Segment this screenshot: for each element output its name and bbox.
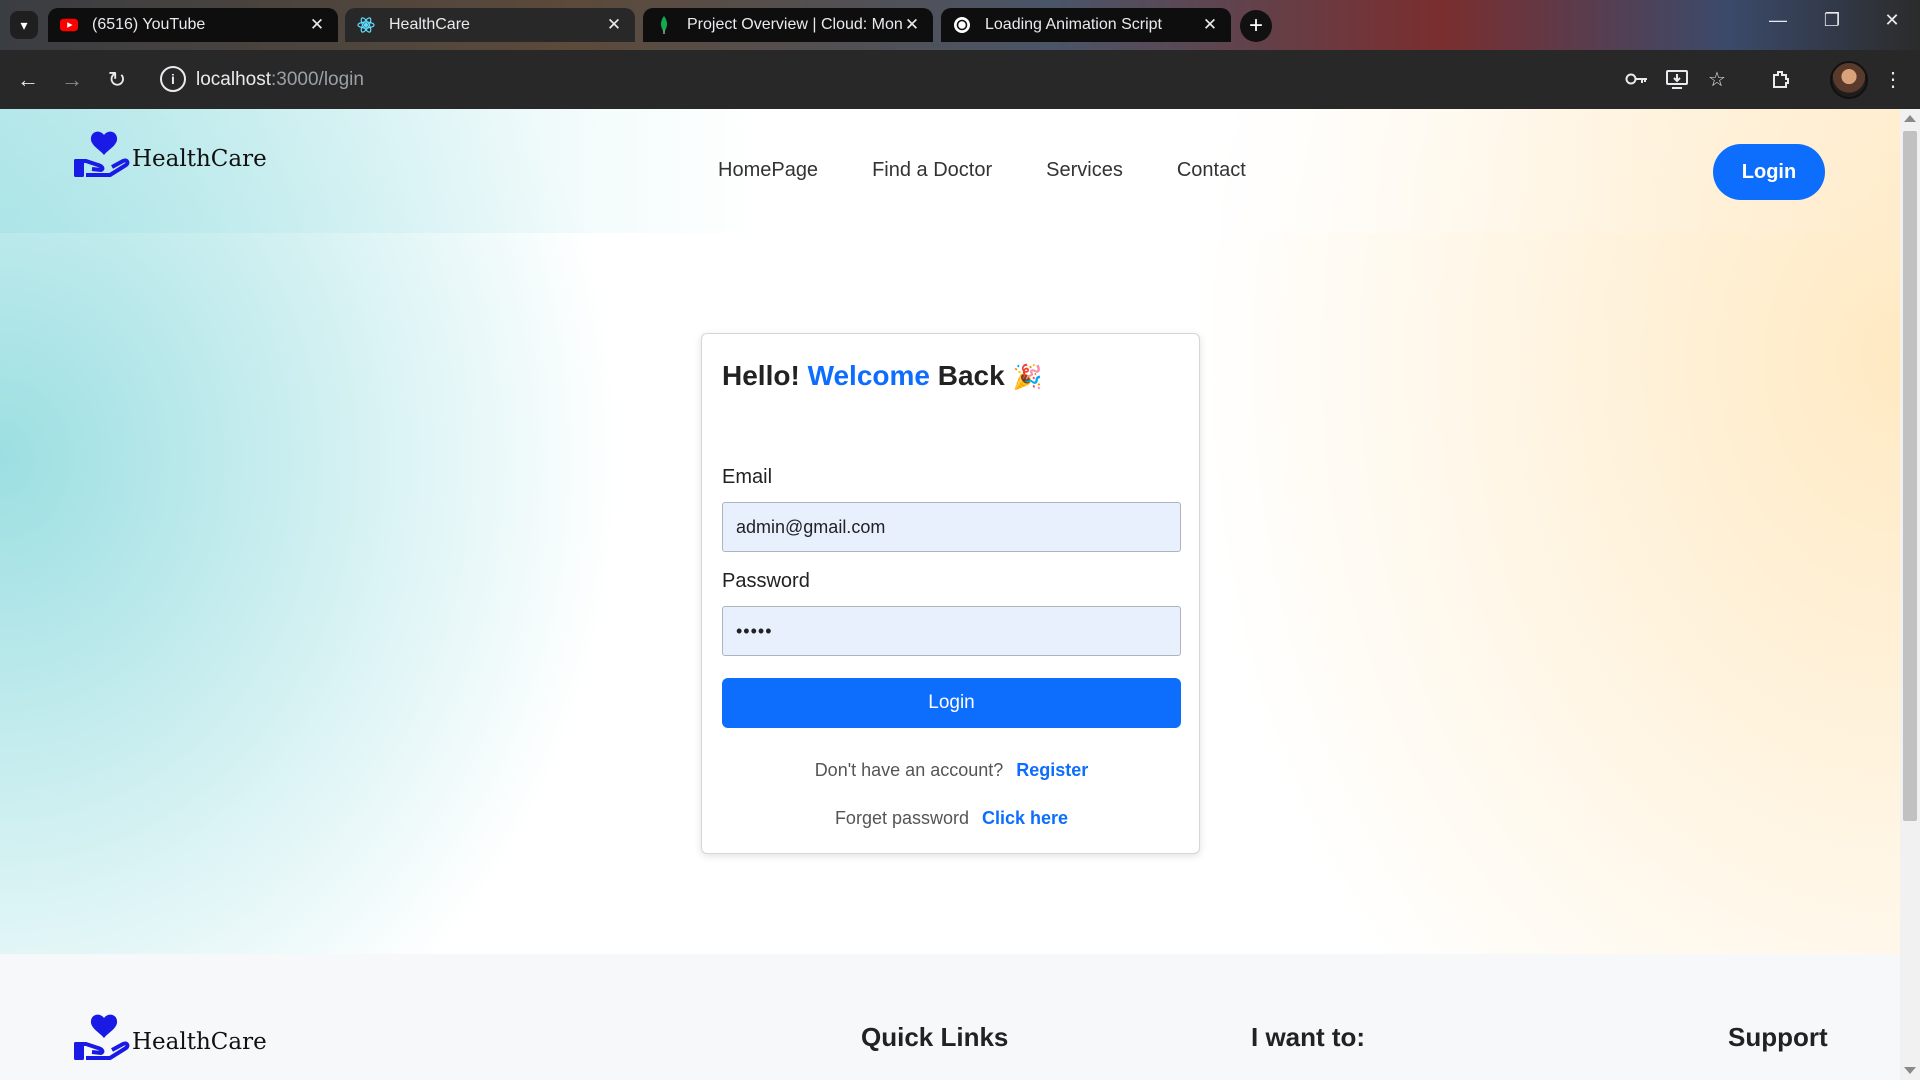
page-scrollbar[interactable] [1900, 109, 1920, 1080]
extensions-icon[interactable] [1766, 64, 1796, 94]
footer-heading-i-want-to: I want to: [1251, 1022, 1366, 1052]
register-link[interactable]: Register [1016, 760, 1088, 780]
nav-homepage[interactable]: HomePage [718, 159, 818, 182]
reload-icon: ↻ [107, 67, 127, 92]
main-nav: HomePage Find a Doctor Services Contact [718, 159, 1300, 182]
minimize-icon: — [1769, 10, 1787, 30]
scroll-down-arrow-icon[interactable] [1904, 1067, 1916, 1074]
close-icon[interactable]: ✕ [903, 15, 921, 35]
install-app-icon[interactable] [1662, 64, 1692, 94]
arrow-left-icon: ← [17, 67, 39, 92]
scroll-up-arrow-icon[interactable] [1904, 115, 1916, 122]
tab-title: (6516) YouTube [92, 16, 206, 33]
page-viewport: HealthCare HomePage Find a Doctor Servic… [0, 109, 1900, 1080]
heart-hand-icon [74, 131, 130, 184]
maximize-button[interactable]: ❐ [1812, 10, 1852, 31]
header-login-button[interactable]: Login [1713, 144, 1825, 200]
password-label: Password [722, 570, 810, 592]
site-header: HealthCare HomePage Find a Doctor Servic… [0, 109, 1900, 233]
close-icon: ✕ [1884, 10, 1900, 30]
site-footer: HealthCare Quick Links I want to: Suppor… [0, 954, 1900, 1080]
forgot-password-link[interactable]: Click here [982, 808, 1068, 828]
maximize-icon: ❐ [1823, 10, 1841, 30]
email-label: Email [722, 466, 773, 488]
profile-avatar[interactable] [1830, 61, 1868, 99]
new-tab-button[interactable]: + [1240, 10, 1272, 42]
footer-heading-support: Support [1728, 1022, 1828, 1052]
chevron-down-icon: ▾ [20, 16, 28, 33]
browser-toolbar: ← → ↻ i localhost:3000/login ☆ ⋮ [0, 50, 1920, 109]
site-info-icon[interactable]: i [160, 66, 186, 92]
window-close-button[interactable]: ✕ [1872, 10, 1912, 31]
tab-youtube[interactable]: (6516) YouTube ✕ [48, 8, 338, 42]
url-text: localhost:3000/login [196, 69, 364, 90]
forgot-password-row: Forget password Click here [834, 808, 1069, 828]
reload-button[interactable]: ↻ [101, 64, 133, 96]
browser-tab-strip: ▾ (6516) YouTube ✕ HealthCare ✕ Project … [0, 0, 1920, 50]
kebab-menu-icon[interactable]: ⋮ [1878, 64, 1908, 94]
tab-title: Project Overview | Cloud: Mong [687, 16, 903, 33]
footer-brand-name: HealthCare [132, 1029, 267, 1055]
arrow-right-icon: → [61, 67, 83, 92]
heart-hand-icon [74, 1014, 130, 1067]
login-card: Hello! Welcome Back 🎉 Email admin@gmail.… [701, 333, 1200, 854]
tab-healthcare[interactable]: HealthCare ✕ [345, 8, 635, 42]
tab-chatgpt[interactable]: Loading Animation Script ✕ [941, 8, 1231, 42]
youtube-icon [60, 16, 78, 34]
party-popper-icon: 🎉 [1012, 364, 1043, 391]
footer-heading-quick-links: Quick Links [861, 1022, 1009, 1052]
react-icon [357, 16, 375, 34]
mongodb-leaf-icon [655, 16, 673, 34]
forward-button[interactable]: → [56, 64, 88, 96]
plus-icon: + [1248, 12, 1263, 39]
close-icon[interactable]: ✕ [308, 15, 326, 35]
register-row: Don't have an account? Register [814, 760, 1089, 780]
minimize-button[interactable]: — [1758, 10, 1798, 31]
nav-find-a-doctor[interactable]: Find a Doctor [872, 159, 992, 182]
tab-title: Loading Animation Script [985, 16, 1162, 33]
tab-search-button[interactable]: ▾ [10, 11, 38, 39]
close-icon[interactable]: ✕ [605, 15, 623, 35]
tab-title: HealthCare [389, 16, 470, 33]
bookmark-star-icon[interactable]: ☆ [1702, 64, 1732, 94]
scrollbar-thumb[interactable] [1903, 131, 1917, 821]
openai-icon [953, 16, 971, 34]
close-icon[interactable]: ✕ [1201, 15, 1219, 35]
login-submit-button[interactable]: Login [722, 678, 1181, 728]
back-button[interactable]: ← [12, 64, 44, 96]
brand-logo[interactable]: HealthCare [74, 131, 267, 184]
password-key-icon[interactable] [1622, 64, 1652, 94]
footer-brand-logo[interactable]: HealthCare [74, 1014, 267, 1067]
email-field[interactable]: admin@gmail.com [722, 502, 1181, 552]
login-title: Hello! Welcome Back 🎉 [722, 360, 1043, 391]
nav-services[interactable]: Services [1046, 159, 1123, 182]
tab-mongodb[interactable]: Project Overview | Cloud: Mong ✕ [643, 8, 933, 42]
nav-contact[interactable]: Contact [1177, 159, 1246, 182]
address-bar[interactable]: i localhost:3000/login [154, 58, 1634, 101]
brand-name: HealthCare [132, 146, 267, 172]
password-field[interactable]: ••••• [722, 606, 1181, 656]
